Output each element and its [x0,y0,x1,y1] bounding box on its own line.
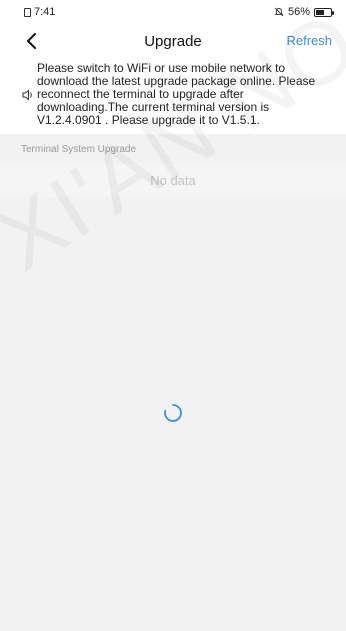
notice-text: Please switch to WiFi or use mobile netw… [37,61,316,127]
status-bar: 7:41 56% [0,0,346,24]
status-left: 7:41 [24,6,55,18]
battery-level [316,9,324,15]
notice-banner: Please switch to WiFi or use mobile netw… [0,58,346,134]
section-header: Terminal System Upgrade [0,134,346,164]
refresh-button[interactable]: Refresh [286,33,332,48]
battery-percent: 56% [287,6,310,18]
top-area: 7:41 56% Upgrade Refresh Please switch t… [0,0,346,134]
nav-bar: Upgrade Refresh [0,24,346,58]
status-time: 7:41 [34,6,56,18]
upgrade-screen: 7:41 56% Upgrade Refresh Please switch t… [0,0,346,631]
speaker-icon [22,89,32,101]
status-right: 56% [274,6,334,18]
sim-card-icon [24,7,31,17]
battery-icon [314,7,334,17]
loading-spinner-icon [164,404,182,422]
empty-state-text: No data [0,164,346,197]
mute-bell-icon [274,7,284,17]
back-arrow-icon[interactable] [22,31,42,51]
